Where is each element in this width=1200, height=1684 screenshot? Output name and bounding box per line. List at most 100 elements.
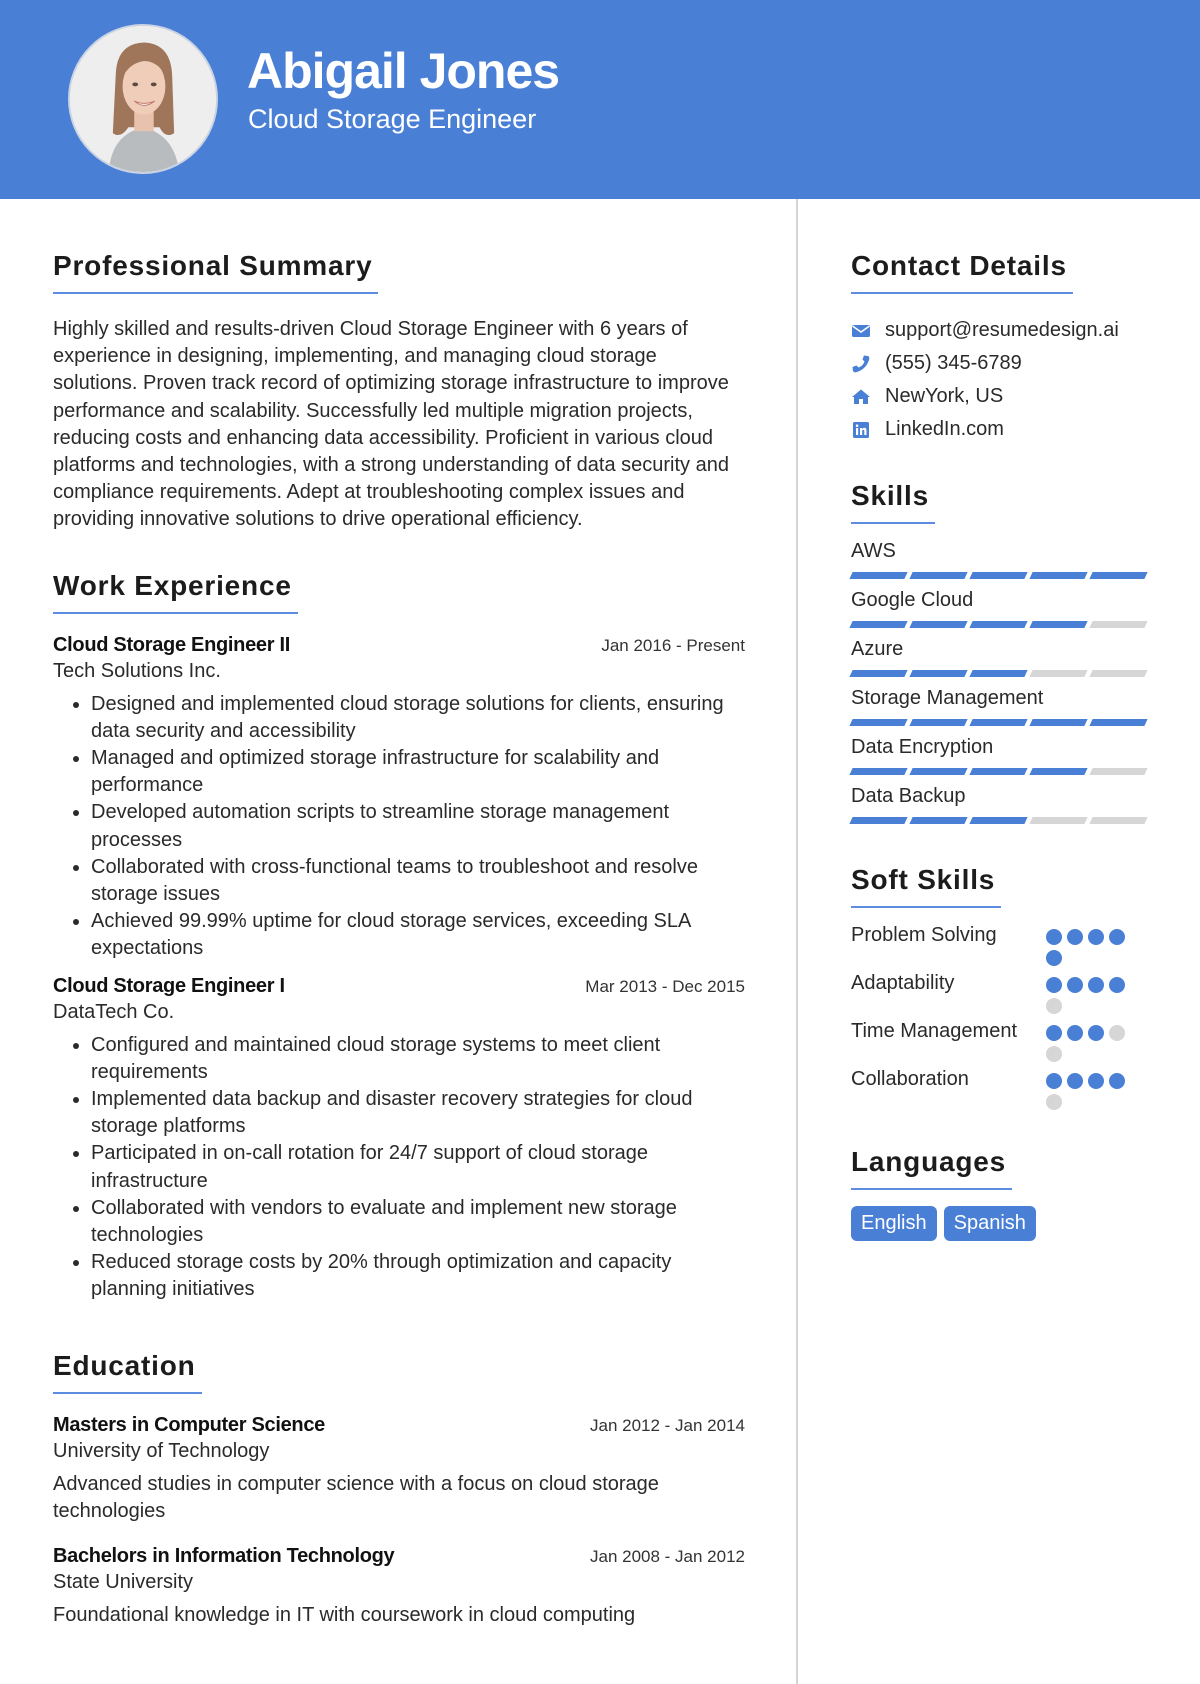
rating-dot-filled bbox=[1046, 1025, 1062, 1041]
skill-segment-filled bbox=[909, 670, 968, 677]
skill-segment-filled bbox=[969, 768, 1028, 775]
skill-segment-filled bbox=[969, 621, 1028, 628]
soft-skill-item: Adaptability bbox=[851, 970, 1151, 1014]
rating-dot-empty bbox=[1046, 1094, 1062, 1110]
skill-segment-filled bbox=[1089, 719, 1148, 726]
section-title-soft-skills: Soft Skills bbox=[851, 864, 1002, 908]
soft-skill-rating bbox=[1046, 970, 1130, 1014]
job-bullets: Designed and implemented cloud storage s… bbox=[53, 691, 745, 963]
soft-skill-item: Collaboration bbox=[851, 1066, 1151, 1110]
rating-dot-filled bbox=[1088, 977, 1104, 993]
resume-header: Abigail Jones Cloud Storage Engineer bbox=[0, 0, 1200, 199]
skill-segment-filled bbox=[1089, 572, 1148, 579]
skill-segment-empty bbox=[1089, 768, 1148, 775]
job-bullet: Reduced storage costs by 20% through opt… bbox=[91, 1249, 745, 1303]
main-column: Professional Summary Highly skilled and … bbox=[53, 250, 745, 1657]
skill-segment-filled bbox=[909, 768, 968, 775]
rating-dot-filled bbox=[1109, 1073, 1125, 1089]
skill-segment-filled bbox=[1029, 572, 1088, 579]
experience-section: Work Experience Cloud Storage Engineer I… bbox=[53, 570, 745, 1304]
job-company: DataTech Co. bbox=[53, 1000, 175, 1023]
linkedin-icon bbox=[851, 420, 871, 440]
soft-skill-rating bbox=[1046, 1066, 1130, 1110]
rating-dot-filled bbox=[1046, 1073, 1062, 1089]
envelope-icon bbox=[851, 321, 871, 341]
skill-segment-filled bbox=[969, 670, 1028, 677]
rating-dot-empty bbox=[1109, 1025, 1125, 1041]
skill-segment-filled bbox=[1029, 768, 1088, 775]
soft-skill-rating bbox=[1046, 1018, 1130, 1062]
job-bullets: Configured and maintained cloud storage … bbox=[53, 1032, 745, 1304]
education-entry: Masters in Computer Science Jan 2012 - J… bbox=[53, 1414, 745, 1525]
skill-level-bar bbox=[849, 670, 1151, 677]
degree: Bachelors in Information Technology bbox=[53, 1545, 395, 1568]
job-bullet: Designed and implemented cloud storage s… bbox=[91, 691, 745, 745]
home-icon bbox=[851, 387, 871, 407]
skill-segment-filled bbox=[849, 670, 908, 677]
rating-dot-filled bbox=[1109, 929, 1125, 945]
contact-email-text: support@resumedesign.ai bbox=[885, 319, 1119, 341]
contact-phone-text: (555) 345-6789 bbox=[885, 352, 1022, 374]
job-entry: Cloud Storage Engineer I Mar 2013 - Dec … bbox=[53, 975, 745, 1304]
section-title-contact: Contact Details bbox=[851, 250, 1073, 294]
section-title-languages: Languages bbox=[851, 1146, 1013, 1190]
avatar bbox=[68, 24, 218, 174]
skill-segment-filled bbox=[849, 621, 908, 628]
skill-item: AWS bbox=[849, 540, 1151, 579]
section-title-skills: Skills bbox=[851, 480, 935, 524]
sidebar-column: Contact Details support@resumedesign.ai … bbox=[849, 250, 1151, 1269]
school: University of Technology bbox=[53, 1439, 270, 1462]
education-dates: Jan 2008 - Jan 2012 bbox=[589, 1547, 745, 1567]
skill-segment-filled bbox=[849, 768, 908, 775]
skill-segment-filled bbox=[909, 817, 968, 824]
job-company: Tech Solutions Inc. bbox=[53, 659, 221, 682]
skill-item: Google Cloud bbox=[849, 589, 1151, 628]
languages-list: English Spanish bbox=[851, 1206, 1151, 1241]
rating-dot-filled bbox=[1088, 1073, 1104, 1089]
contact-linkedin-text: LinkedIn.com bbox=[885, 418, 1004, 440]
skill-level-bar bbox=[849, 817, 1151, 824]
skill-segment-empty bbox=[1029, 817, 1088, 824]
rating-dot-empty bbox=[1046, 1046, 1062, 1062]
skill-level-bar bbox=[849, 768, 1151, 775]
skill-segment-filled bbox=[849, 817, 908, 824]
skills-section: Skills AWS Google Cloud Azure Storage Manag… bbox=[849, 480, 1151, 824]
job-dates: Mar 2013 - Dec 2015 bbox=[585, 976, 745, 996]
skill-segment-filled bbox=[1029, 719, 1088, 726]
skill-level-bar bbox=[849, 572, 1151, 579]
soft-skill-name: Problem Solving bbox=[851, 924, 997, 946]
education-description: Advanced studies in computer science wit… bbox=[53, 1472, 659, 1522]
soft-skill-item: Problem Solving bbox=[851, 922, 1151, 966]
skill-level-bar bbox=[849, 621, 1151, 628]
school: State University bbox=[53, 1571, 194, 1594]
job-dates: Jan 2016 - Present bbox=[601, 635, 745, 655]
job-bullet: Participated in on-call rotation for 24/… bbox=[91, 1140, 745, 1194]
job-bullet: Collaborated with vendors to evaluate an… bbox=[91, 1195, 745, 1249]
soft-skill-name: Collaboration bbox=[851, 1068, 969, 1090]
skill-name: Data Encryption bbox=[851, 736, 994, 758]
column-divider bbox=[796, 199, 798, 1684]
contact-linkedin[interactable]: LinkedIn.com bbox=[851, 413, 1151, 446]
rating-dot-filled bbox=[1088, 929, 1104, 945]
phone-icon bbox=[851, 354, 871, 374]
rating-dot-filled bbox=[1067, 1073, 1083, 1089]
language-badge: English bbox=[851, 1206, 937, 1241]
skill-segment-filled bbox=[849, 572, 908, 579]
skill-level-bar bbox=[849, 719, 1151, 726]
profile-photo bbox=[70, 26, 216, 172]
contact-email[interactable]: support@resumedesign.ai bbox=[851, 314, 1151, 347]
rating-dot-filled bbox=[1109, 977, 1125, 993]
job-bullet: Managed and optimized storage infrastruc… bbox=[91, 745, 745, 799]
skill-segment-filled bbox=[1029, 621, 1088, 628]
summary-text: Highly skilled and results-driven Cloud … bbox=[53, 318, 729, 531]
skill-name: Google Cloud bbox=[851, 589, 974, 611]
job-role: Cloud Storage Engineer I bbox=[53, 974, 285, 997]
language-badge: Spanish bbox=[943, 1206, 1036, 1241]
education-description: Foundational knowledge in IT with course… bbox=[53, 1604, 636, 1627]
skill-segment-filled bbox=[909, 719, 968, 726]
skill-item: Data Encryption bbox=[849, 736, 1151, 775]
skill-name: Azure bbox=[851, 638, 904, 660]
contact-location: NewYork, US bbox=[851, 380, 1151, 413]
contact-phone[interactable]: (555) 345-6789 bbox=[851, 347, 1151, 380]
summary-section: Professional Summary Highly skilled and … bbox=[53, 250, 745, 534]
